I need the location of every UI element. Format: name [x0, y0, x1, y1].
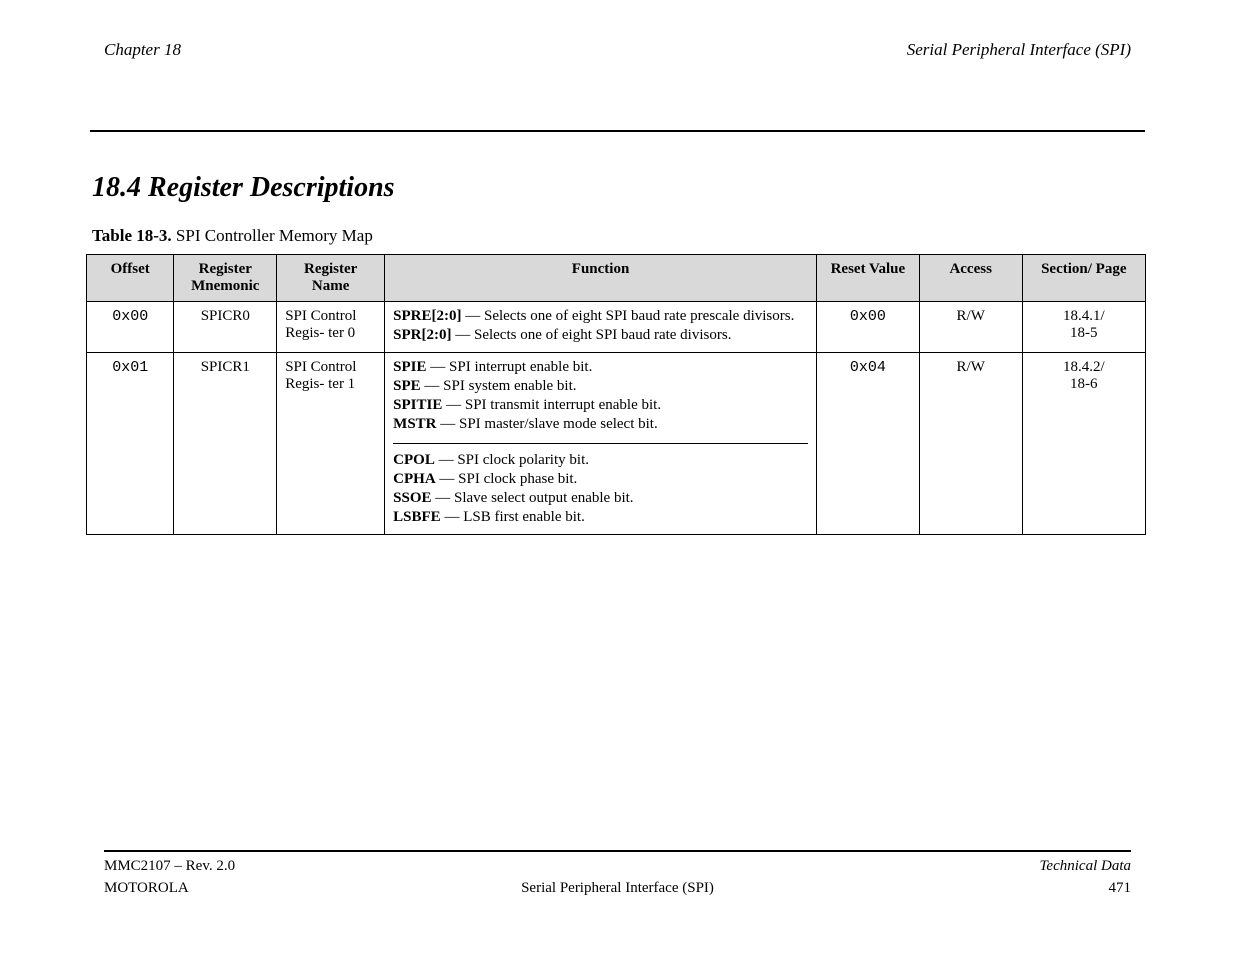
function-line: SPR[2:0] — Selects one of eight SPI baud… [393, 327, 808, 344]
function-cell: SPIE — SPI interrupt enable bit. SPE — SP… [385, 353, 817, 535]
section-ref: 18.4.2/ [1031, 359, 1137, 376]
footer-section: Serial Peripheral Interface (SPI) [521, 880, 714, 897]
page: Chapter 18 Serial Peripheral Interface (… [0, 0, 1235, 954]
col-section: Section/ Page [1022, 255, 1145, 302]
table-cell: 0x00 [87, 302, 174, 353]
table-cell: SPICR1 [174, 353, 277, 535]
header-chapter: Chapter 18 [104, 40, 181, 60]
table-cell: SPI Control Regis- ter 0 [277, 302, 385, 353]
col-offset: Offset [87, 255, 174, 302]
function-cell: SPRE[2:0] — Selects one of eight SPI bau… [385, 302, 817, 353]
table-caption-text: SPI Controller Memory Map [176, 226, 373, 245]
table-cell: SPI Control Regis- ter 1 [277, 353, 385, 535]
table-cell: 0x01 [87, 353, 174, 535]
function-line: CPHA — SPI clock phase bit. [393, 471, 808, 488]
table-cell: 0x04 [816, 353, 919, 535]
table-caption-label: Table 18-3. [92, 226, 172, 245]
page-footer: MMC2107 – Rev. 2.0 Technical Data MOTORO… [104, 850, 1131, 902]
bitfield-desc: — SPI system enable bit. [421, 378, 577, 394]
header-section: Serial Peripheral Interface (SPI) [907, 40, 1131, 60]
bitfield-desc: — SPI master/slave mode select bit. [437, 416, 658, 432]
function-line: MSTR — SPI master/slave mode select bit. [393, 416, 808, 433]
section-cell: 18.4.1/18-5 [1022, 302, 1145, 353]
section-ref: 18.4.1/ [1031, 308, 1137, 325]
page-ref: 18-5 [1031, 325, 1137, 342]
function-line: CPOL — SPI clock polarity bit. [393, 452, 808, 469]
bitfield-desc: — Slave select output enable bit. [432, 490, 634, 506]
bitfield-name: CPOL [393, 452, 435, 468]
function-line: LSBFE — LSB first enable bit. [393, 509, 808, 526]
footer-rev: MMC2107 – Rev. 2.0 [104, 858, 235, 875]
page-ref: 18-6 [1031, 376, 1137, 393]
bitfield-desc: — LSB first enable bit. [441, 509, 585, 525]
bitfield-desc: — SPI clock polarity bit. [435, 452, 589, 468]
section-cell: 18.4.2/18-6 [1022, 353, 1145, 535]
bitfield-desc: — SPI clock phase bit. [436, 471, 578, 487]
col-reset: Reset Value [816, 255, 919, 302]
bitfield-desc: — SPI transmit interrupt enable bit. [442, 397, 661, 413]
table-row: 0x01SPICR1SPI Control Regis- ter 1SPIE —… [87, 353, 1146, 535]
footer-vendor: MOTOROLA [104, 880, 189, 897]
bitfield-desc: — Selects one of eight SPI baud rate pre… [461, 308, 794, 324]
table-row: 0x00SPICR0SPI Control Regis- ter 0SPRE[2… [87, 302, 1146, 353]
bitfield-name: SSOE [393, 490, 431, 506]
table-caption: Table 18-3. SPI Controller Memory Map [90, 226, 1145, 246]
footer-page-num: 471 [1109, 880, 1132, 897]
table-cell: SPICR0 [174, 302, 277, 353]
function-line: SSOE — Slave select output enable bit. [393, 490, 808, 507]
col-function: Function [385, 255, 817, 302]
col-name: Register Name [277, 255, 385, 302]
bitfield-name: SPITIE [393, 397, 442, 413]
function-line: SPE — SPI system enable bit. [393, 378, 808, 395]
bitfield-name: LSBFE [393, 509, 441, 525]
table-cell: 0x00 [816, 302, 919, 353]
col-mnemonic: Register Mnemonic [174, 255, 277, 302]
function-line: SPRE[2:0] — Selects one of eight SPI bau… [393, 308, 808, 325]
bitfield-desc: — SPI interrupt enable bit. [427, 359, 593, 375]
footer-doc: Technical Data [1039, 858, 1131, 875]
bitfield-name: SPR[2:0] [393, 327, 451, 343]
function-line: SPIE — SPI interrupt enable bit. [393, 359, 808, 376]
bitfield-desc: — Selects one of eight SPI baud rate div… [451, 327, 731, 343]
col-access: Access [919, 255, 1022, 302]
section-title: 18.4 Register Descriptions [90, 172, 1145, 204]
table-header-row: Offset Register Mnemonic Register Name F… [87, 255, 1146, 302]
table-cell: R/W [919, 353, 1022, 535]
footer-rule [104, 850, 1131, 852]
register-table: Offset Register Mnemonic Register Name F… [86, 254, 1146, 535]
bitfield-name: CPHA [393, 471, 436, 487]
bitfield-name: SPIE [393, 359, 426, 375]
bitfield-name: SPRE[2:0] [393, 308, 461, 324]
bitfield-name: SPE [393, 378, 421, 394]
function-line: SPITIE — SPI transmit interrupt enable b… [393, 397, 808, 414]
table-cell: R/W [919, 302, 1022, 353]
header-rule [90, 130, 1145, 132]
function-subrule [393, 443, 808, 444]
bitfield-name: MSTR [393, 416, 436, 432]
